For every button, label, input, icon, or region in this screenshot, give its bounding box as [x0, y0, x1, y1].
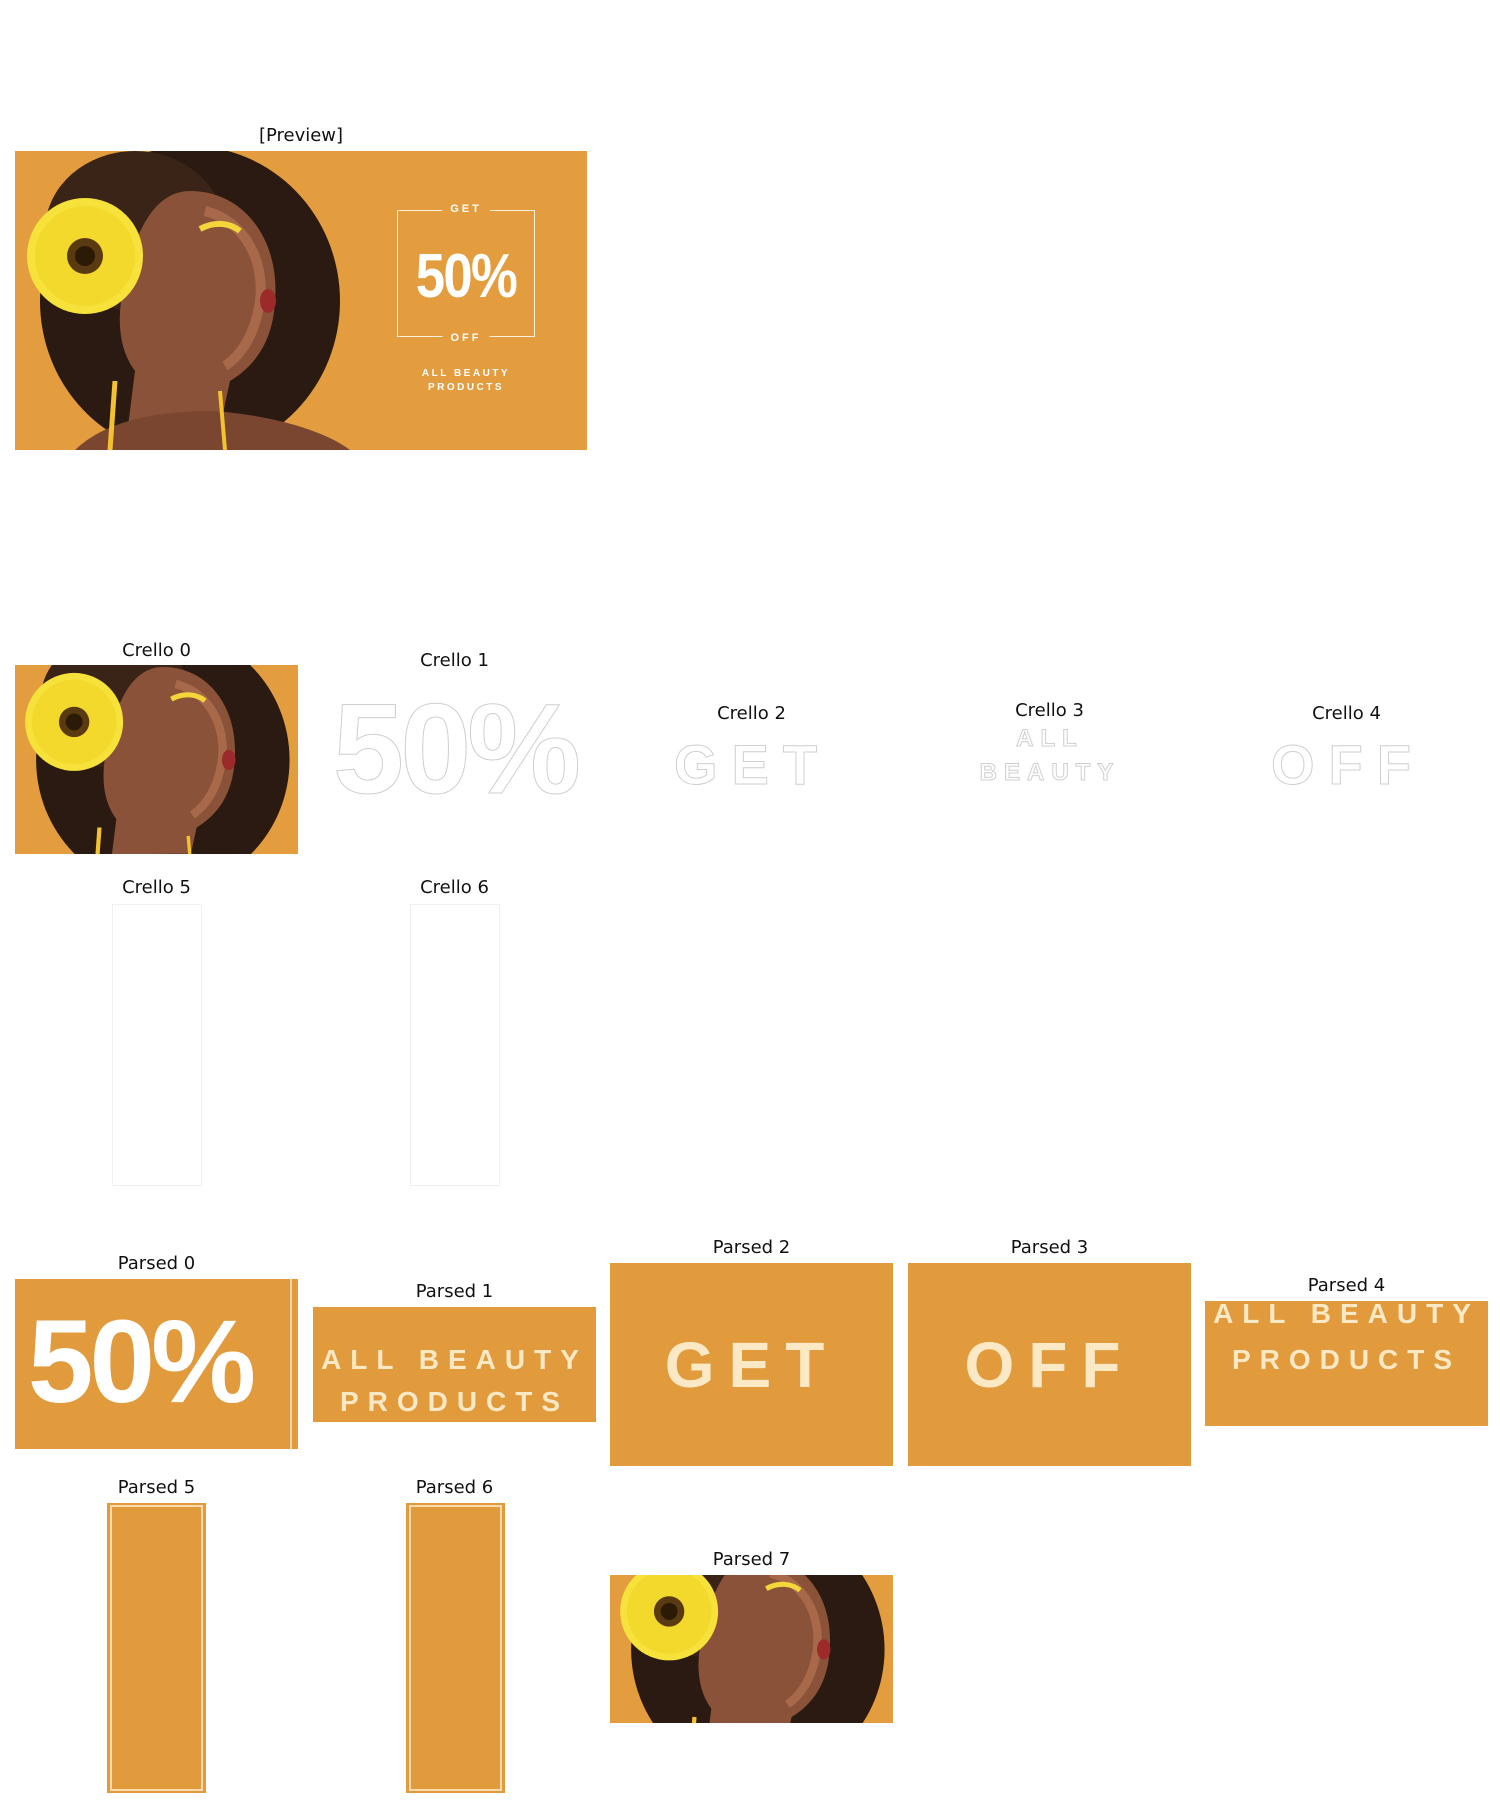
portrait-photo [15, 151, 350, 450]
preview-ad: GET OFF 50% ALL BEAUTY PRODUCTS [15, 151, 587, 450]
parsed-1-line-2: PRODUCTS [339, 1386, 570, 1417]
parsed-0-caption: Parsed 0 [117, 1253, 196, 1274]
crello-6-frame [410, 904, 500, 1186]
crello-3-line-1: ALL BEAUTY [979, 725, 1121, 787]
crello-0-image [15, 665, 298, 854]
parsed-4-text: ALL BEAUTY PRODUCTS [1205, 1301, 1488, 1383]
percent-text: 50% [415, 242, 518, 311]
crello-3-products: ALL BEAUTY PRODUCTS [955, 722, 1145, 792]
parsed-1-text: ALL BEAUTY PRODUCTS [313, 1339, 596, 1422]
products-text: ALL BEAUTY PRODUCTS [397, 367, 535, 395]
crello-3-line-2: PRODUCTS [955, 790, 1145, 792]
crello-0-caption: Crello 0 [122, 640, 191, 661]
crello-4-off: OFF [1271, 735, 1425, 795]
portrait-photo [15, 665, 298, 854]
preview-caption: [Preview] [258, 125, 344, 146]
crello-2-get: GET [673, 735, 832, 795]
crello-1-percent: 50% [332, 680, 581, 820]
parsed-4-line-1: ALL BEAUTY [1213, 1301, 1480, 1329]
parsed-5-image [107, 1503, 206, 1793]
crello-3-caption: Crello 3 [1015, 700, 1084, 721]
parsed-3-caption: Parsed 3 [1010, 1237, 1089, 1258]
parsed-0-percent: 50% [27, 1296, 256, 1428]
parsed-5-caption: Parsed 5 [117, 1477, 196, 1498]
parsed-1-image: ALL BEAUTY PRODUCTS [313, 1307, 596, 1422]
parsed-6-frame [409, 1505, 502, 1791]
crello-5-frame [112, 904, 202, 1186]
products-line-1: ALL BEAUTY [421, 368, 511, 379]
parsed-6-image [406, 1503, 505, 1793]
products-line-2: PRODUCTS [427, 382, 505, 393]
get-text: GET [442, 203, 490, 215]
crello-6-caption: Crello 6 [420, 877, 489, 898]
crello-1-caption: Crello 1 [420, 650, 489, 671]
parsed-4-line-2: PRODUCTS [1231, 1344, 1462, 1375]
off-text: OFF [442, 332, 490, 344]
parsed-1-caption: Parsed 1 [415, 1281, 494, 1302]
parsed-0-edge [290, 1279, 292, 1449]
parsed-3-off: OFF [964, 1329, 1135, 1401]
parsed-4-caption: Parsed 4 [1307, 1275, 1386, 1296]
crello-2-caption: Crello 2 [717, 703, 786, 724]
parsed-6-caption: Parsed 6 [415, 1477, 494, 1498]
crello-5-caption: Crello 5 [122, 877, 191, 898]
parsed-3-image: OFF [908, 1263, 1191, 1466]
parsed-5-frame [110, 1505, 203, 1791]
parsed-4-image: ALL BEAUTY PRODUCTS [1205, 1301, 1488, 1426]
parsed-1-line-1: ALL BEAUTY [321, 1344, 588, 1375]
crello-4-caption: Crello 4 [1312, 703, 1381, 724]
parsed-2-get: GET [664, 1329, 839, 1401]
parsed-2-caption: Parsed 2 [712, 1237, 791, 1258]
parsed-7-image [610, 1575, 893, 1723]
parsed-0-image: 50% [15, 1279, 298, 1449]
parsed-2-image: GET [610, 1263, 893, 1466]
parsed-7-caption: Parsed 7 [712, 1549, 791, 1570]
portrait-photo [610, 1575, 893, 1723]
